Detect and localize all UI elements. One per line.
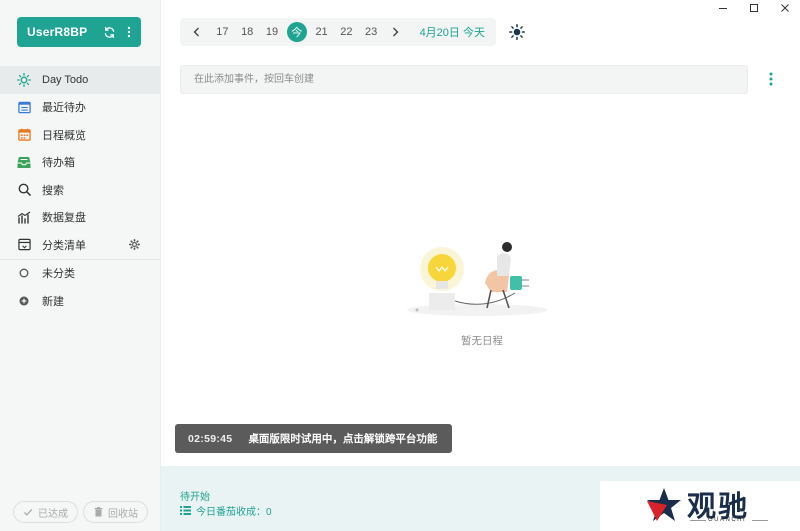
bar-chart-icon [17,210,31,224]
search-icon [17,183,31,197]
sidebar-item-inbox[interactable]: 待办箱 [0,149,160,177]
today-date-label[interactable]: 4月20日 今天 [420,24,485,40]
plus-circle-icon [17,294,31,308]
minimize-icon[interactable] [707,0,738,16]
date-navigator: 17 18 19 今 21 22 23 4月20日 今天 [180,18,496,46]
divider [752,520,768,521]
category-list-icon [17,238,31,252]
trial-countdown: 02:59:45 [188,432,233,445]
close-icon[interactable] [769,0,800,16]
date-day[interactable]: 17 [210,26,235,38]
sidebar-item-recent[interactable]: 最近待办 [0,94,160,122]
more-vertical-icon[interactable] [766,71,776,87]
divider [690,520,706,521]
empty-state-text: 暂无日程 [461,335,503,347]
add-event-input[interactable] [180,65,748,94]
sidebar-item-schedule[interactable]: 日程概览 [0,121,160,149]
star-logo-icon [645,487,683,523]
sidebar-item-new[interactable]: 新建 [0,287,160,315]
theme-toggle-icon[interactable] [509,24,525,40]
date-day-today[interactable]: 今 [286,22,307,42]
date-day[interactable]: 21 [309,26,334,38]
more-vertical-icon[interactable] [125,24,133,40]
sidebar-item-day-todo[interactable]: Day Todo [0,66,160,94]
inbox-icon [17,155,31,169]
circle-icon [17,266,31,280]
watermark-logo: 观驰 GUANCHI [600,481,800,531]
list-icon [180,506,191,516]
pending-label: 待开始 [180,492,210,503]
trash-button[interactable]: 回收站 [83,501,148,523]
window-controls [707,0,800,16]
sidebar: UserR8BP Day Todo 最近待办 日程概览 待办箱 搜索 数据复盘 … [0,0,161,531]
sidebar-item-label: 未分类 [42,268,75,281]
chevron-left-icon[interactable] [190,18,202,46]
tomato-stat[interactable]: 今日番茄收成：0 [180,503,272,518]
sidebar-item-label: 日程概览 [42,129,86,142]
recent-list-icon [17,100,31,114]
sidebar-item-label: 分类清单 [42,239,86,252]
sidebar-item-categories[interactable]: 分类清单 [0,231,160,259]
sidebar-item-label: 数据复盘 [42,212,86,225]
maximize-icon[interactable] [738,0,769,16]
user-account-button[interactable]: UserR8BP [17,17,141,47]
trial-toast[interactable]: 02:59:45 桌面版限时试用中，点击解锁跨平台功能 [175,424,452,453]
gear-icon[interactable] [128,238,141,251]
sidebar-nav: Day Todo 最近待办 日程概览 待办箱 搜索 数据复盘 分类清单 未分类 … [0,66,160,315]
chevron-right-icon[interactable] [390,18,402,46]
completed-label: 已达成 [38,508,68,520]
sun-icon [17,72,31,87]
watermark-subtext: GUANCHI [708,517,747,523]
sidebar-item-search[interactable]: 搜索 [0,176,160,204]
sidebar-item-label: 待办箱 [42,157,75,170]
calendar-icon [17,128,31,142]
trial-message: 桌面版限时试用中，点击解锁跨平台功能 [248,433,438,445]
completed-button[interactable]: 已达成 [13,501,78,523]
trash-label: 回收站 [108,508,138,520]
user-name: UserR8BP [27,25,88,39]
sync-icon[interactable] [101,24,117,40]
empty-state-illustration [405,238,550,318]
sidebar-item-label: Day Todo [42,73,89,86]
date-day[interactable]: 22 [334,26,359,38]
sidebar-item-label: 最近待办 [42,102,86,115]
sidebar-item-label: 搜索 [42,184,64,197]
date-day[interactable]: 18 [235,26,260,38]
sidebar-item-uncategorized[interactable]: 未分类 [0,260,160,288]
sidebar-item-label: 新建 [42,295,64,308]
sidebar-item-review[interactable]: 数据复盘 [0,204,160,232]
check-icon [23,507,33,517]
date-day[interactable]: 19 [260,26,285,38]
trash-icon [93,507,103,517]
date-day[interactable]: 23 [359,26,384,38]
tomato-stat-label: 今日番茄收成：0 [196,507,272,518]
